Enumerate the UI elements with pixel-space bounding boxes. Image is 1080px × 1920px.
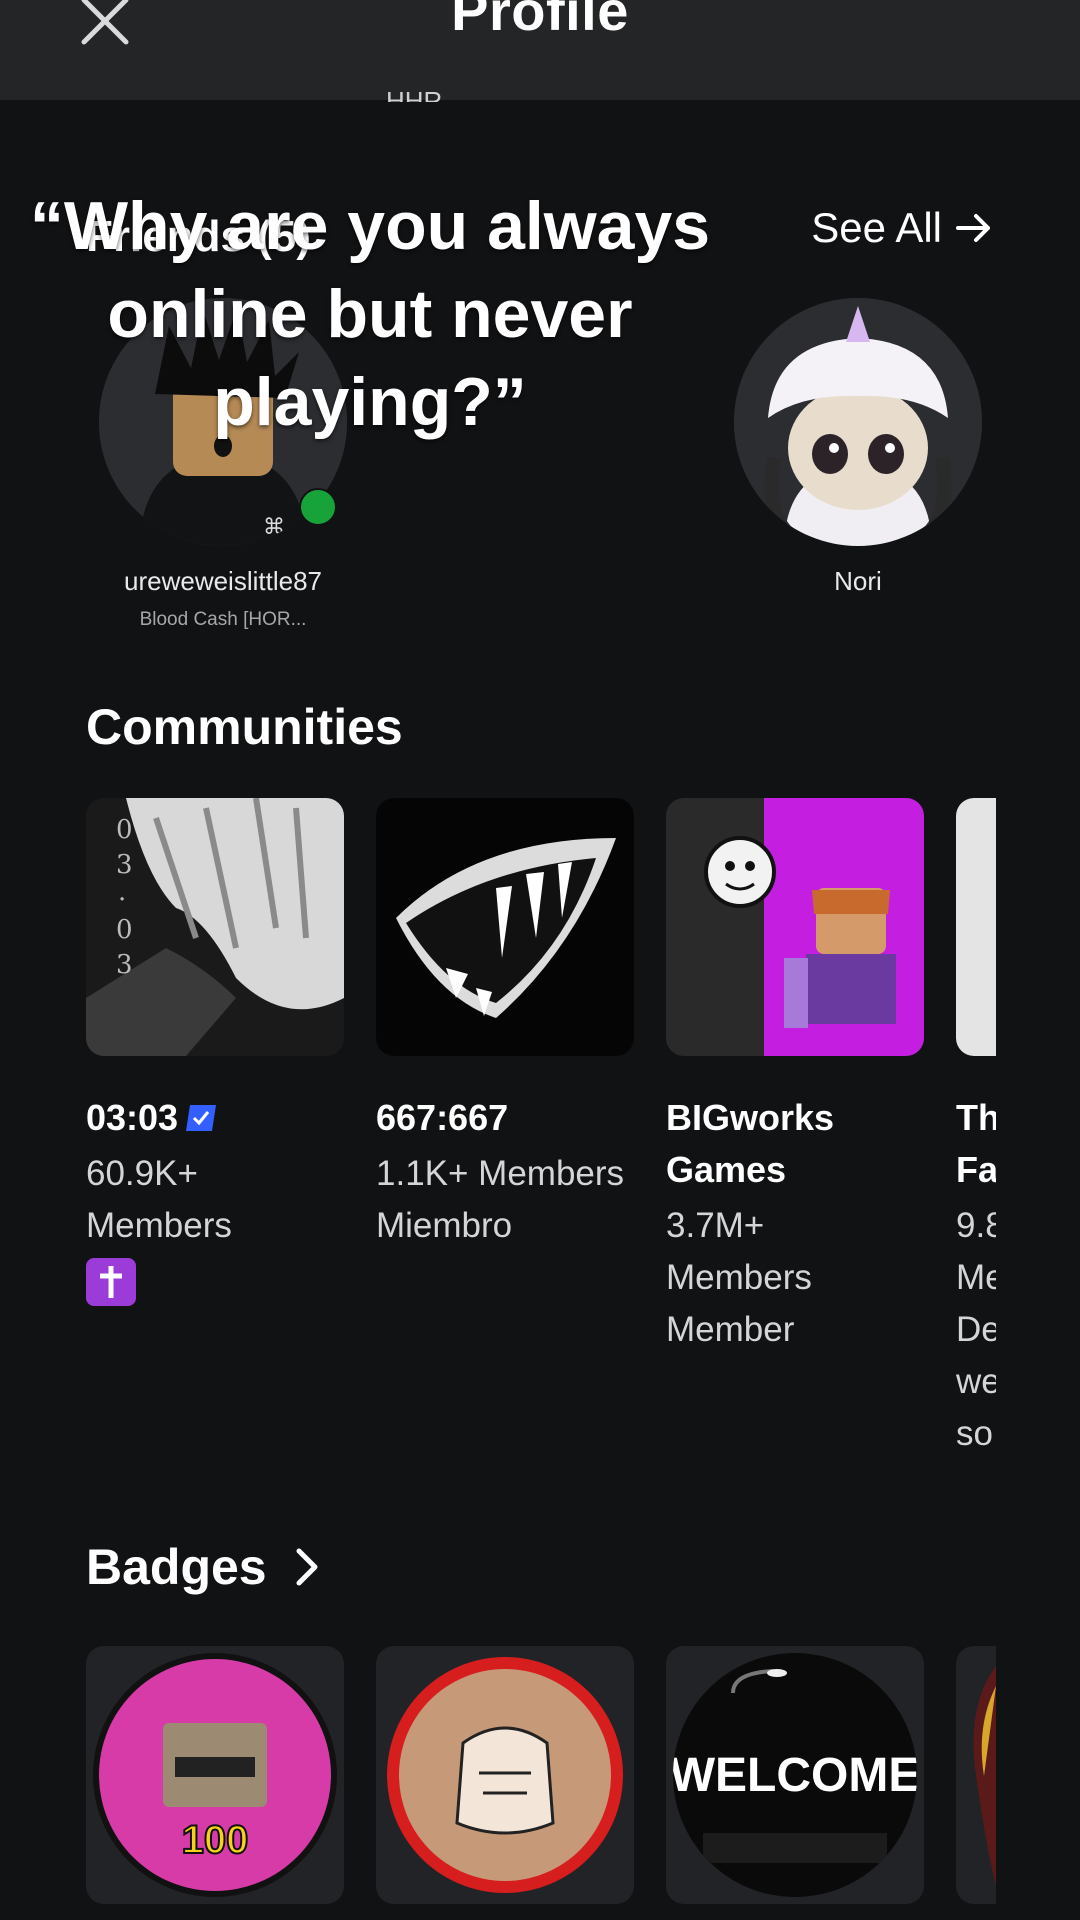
community-name: Th Fa	[956, 1097, 996, 1190]
community-member-count: 9.8	[956, 1206, 996, 1245]
badge-item[interactable]: 100	[86, 1646, 344, 1904]
community-member-label: Members	[86, 1206, 232, 1245]
community-thumbnail	[956, 798, 996, 1056]
badge-image	[383, 1653, 627, 1897]
badge-item-partial[interactable]	[956, 1646, 996, 1904]
community-member-count: 60.9K+	[86, 1154, 198, 1193]
page-title: Profile	[451, 0, 629, 42]
friend-name: ureweweislittle87	[124, 566, 322, 596]
svg-text:3: 3	[116, 950, 133, 980]
svg-text:0: 0	[116, 915, 133, 945]
see-all-button[interactable]: See All	[811, 204, 994, 252]
community-member-label: Me	[956, 1258, 996, 1297]
community-description: we	[956, 1362, 996, 1401]
community-member-label: Members	[666, 1258, 812, 1297]
community-member-label: Member	[666, 1310, 795, 1349]
see-all-label: See All	[811, 204, 942, 251]
badge-image: WELCOME	[673, 1653, 917, 1897]
friend-status: Blood Cash [HOR...	[139, 609, 307, 630]
arrow-right-icon	[956, 214, 990, 242]
community-description: so	[956, 1414, 993, 1453]
cross-emoji-icon	[86, 1258, 136, 1306]
community-name: 667:667	[376, 1097, 509, 1138]
chevron-right-icon	[296, 1548, 318, 1586]
community-thumbnail	[376, 798, 634, 1056]
badge-item[interactable]: WELCOME	[666, 1646, 924, 1904]
community-member-count: 1.1K+ Members	[376, 1154, 625, 1193]
community-card[interactable]: 0 3 · 0 3 03:03 60.9K+ Members	[86, 798, 344, 1306]
community-thumbnail	[666, 798, 924, 1056]
badge-label: WELCOME	[673, 1749, 917, 1802]
svg-text:0: 0	[116, 815, 133, 845]
online-indicator	[299, 488, 337, 526]
community-card[interactable]: 667:667 1.1K+ Members Miembro	[376, 798, 634, 1252]
community-description: De	[956, 1310, 996, 1349]
badge-image: 100	[93, 1653, 337, 1897]
badge-image	[973, 1666, 996, 1886]
community-card-partial[interactable]: Th Fa 9.8 Me De we so	[956, 798, 996, 1558]
community-name: 03:03	[86, 1097, 179, 1138]
communities-heading: Communities	[86, 699, 403, 755]
badge-label: 100	[182, 1818, 249, 1862]
overlay-caption: “Why are you always online but never pla…	[29, 188, 711, 440]
badges-heading-label: Badges	[86, 1539, 267, 1595]
svg-text:3: 3	[116, 850, 133, 880]
svg-text:·: ·	[118, 885, 126, 915]
community-thumbnail: 0 3 · 0 3	[86, 798, 344, 1056]
community-card[interactable]: BIGworks Games 3.7M+ Members Member	[666, 798, 924, 1356]
svg-text:⌘: ⌘	[263, 514, 285, 539]
friend-avatar	[734, 298, 982, 546]
verified-badge-icon	[186, 1105, 217, 1131]
community-member-count: 3.7M+	[666, 1206, 765, 1245]
badge-item[interactable]	[376, 1646, 634, 1904]
clipped-status-text: HHR	[386, 86, 443, 102]
community-name: BIGworks Games	[666, 1097, 835, 1190]
community-member-label: Miembro	[376, 1206, 513, 1245]
badges-heading[interactable]: Badges	[86, 1538, 321, 1596]
friend-name: Nori	[834, 566, 882, 596]
top-bar: Profile	[0, 0, 1080, 100]
friend-tile[interactable]: Nori	[733, 298, 983, 597]
